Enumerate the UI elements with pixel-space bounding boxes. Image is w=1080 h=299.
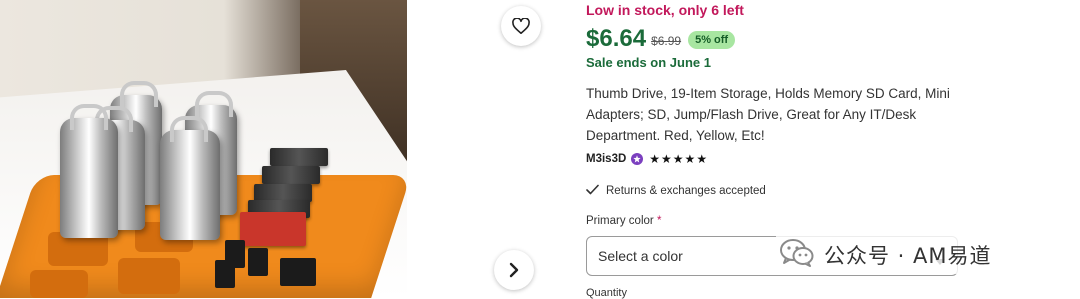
heart-icon: [512, 18, 530, 34]
discount-badge: 5% off: [688, 31, 736, 49]
seller-name-link[interactable]: M3is3D: [586, 153, 626, 165]
price-row: $6.64 $6.99 5% off: [586, 25, 736, 53]
check-icon: [586, 184, 599, 198]
primary-color-select-value: Select a color: [598, 248, 683, 264]
micro-sd-card: [248, 248, 268, 276]
sale-price: $6.64: [586, 25, 647, 52]
tray-slot: [118, 258, 180, 294]
primary-color-label-text: Primary color: [586, 215, 654, 227]
original-price: $6.99: [651, 33, 682, 48]
watermark: 公众号 · AM易道: [776, 236, 998, 274]
micro-sd-card: [280, 258, 316, 286]
sd-card: [270, 148, 328, 166]
quantity-label: Quantity: [586, 287, 627, 299]
thumb-drive: [160, 116, 220, 240]
next-image-button[interactable]: [494, 250, 534, 290]
sd-card: [240, 212, 306, 246]
rating-stars[interactable]: ★★★★★: [649, 152, 708, 166]
tray-slot: [30, 270, 88, 298]
required-marker: *: [656, 215, 662, 227]
micro-sd-card: [215, 260, 235, 288]
primary-color-label: Primary color *: [586, 215, 661, 227]
wechat-icon: [780, 238, 814, 272]
star-seller-badge-icon: [631, 153, 644, 165]
favorite-button[interactable]: [501, 6, 541, 46]
sd-card: [262, 166, 320, 184]
chevron-right-icon: [508, 262, 520, 278]
product-photo[interactable]: [0, 0, 407, 298]
sale-notice: Sale ends on June 1: [586, 55, 711, 70]
returns-text: Returns & exchanges accepted: [606, 185, 766, 197]
thumb-drive: [60, 104, 118, 238]
stock-notice: Low in stock, only 6 left: [586, 2, 744, 18]
product-title: Thumb Drive, 19-Item Storage, Holds Memo…: [586, 86, 950, 143]
watermark-text: 公众号 · AM易道: [824, 244, 992, 268]
returns-row: Returns & exchanges accepted: [586, 184, 766, 198]
seller-row: M3is3D ★★★★★: [586, 152, 708, 166]
